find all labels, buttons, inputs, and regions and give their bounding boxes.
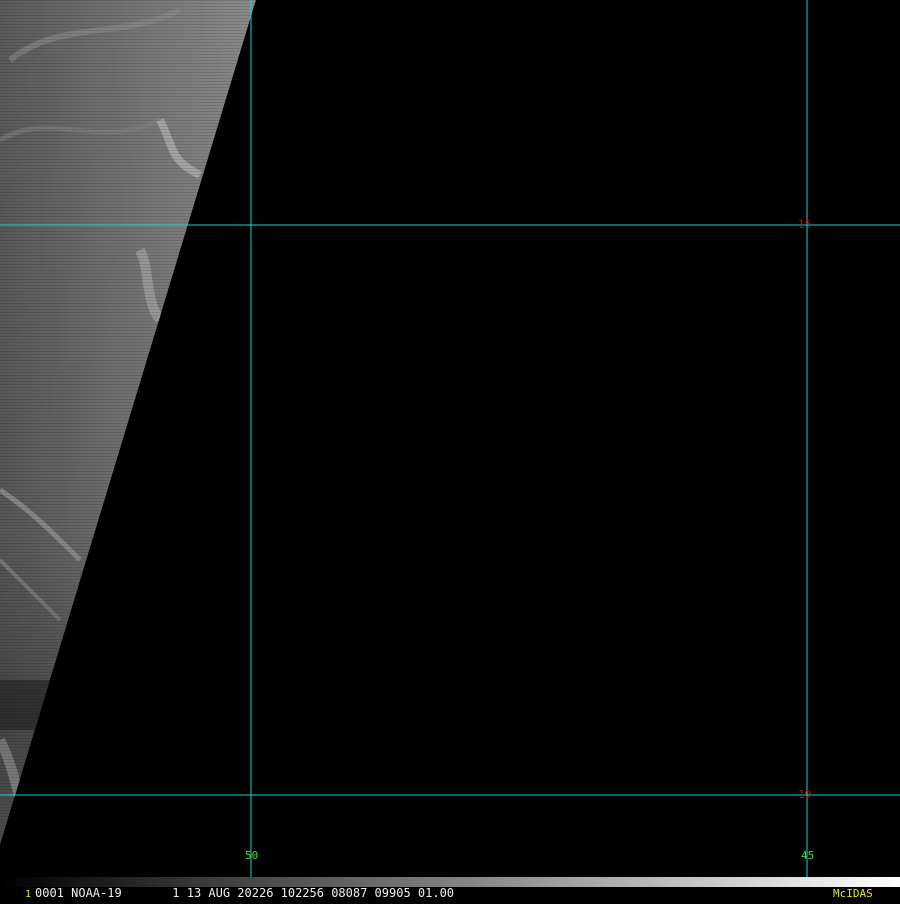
imagery-swath bbox=[0, 0, 256, 845]
image-info-text: 0001 NOAA-19 1 13 AUG 20226 102256 08087… bbox=[35, 886, 455, 900]
satellite-image-viewer[interactable]: 15 10 50 45 1 0001 NOAA-19 1 13 AUG 2022… bbox=[0, 0, 900, 900]
frame-number: 1 bbox=[25, 889, 32, 900]
mcidas-brand: McIDAS bbox=[833, 887, 873, 900]
latitude-label-10: 10 bbox=[798, 788, 812, 801]
latitude-label-15: 15 bbox=[798, 218, 812, 231]
satellite-imagery bbox=[0, 0, 900, 887]
longitude-label-45: 45 bbox=[801, 849, 815, 862]
longitude-label-50: 50 bbox=[245, 849, 259, 862]
status-bar: 1 0001 NOAA-19 1 13 AUG 20226 102256 080… bbox=[0, 887, 900, 900]
